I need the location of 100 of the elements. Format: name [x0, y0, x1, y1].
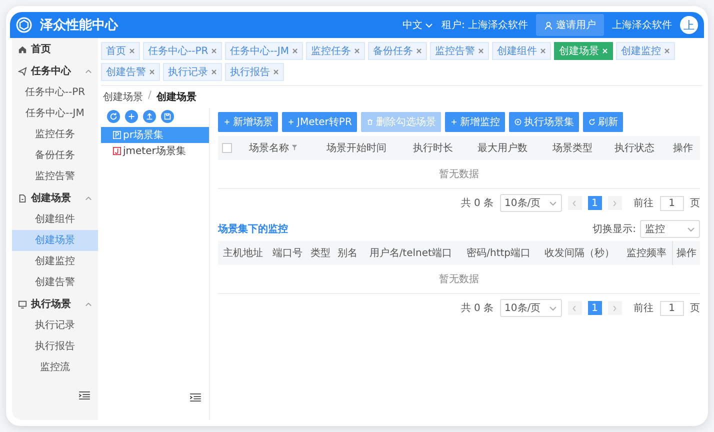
column-header: 最大用户数: [478, 143, 528, 154]
sidebar-group-item[interactable]: 任务中心: [12, 60, 98, 82]
toolbar-button[interactable]: 新增监控: [444, 112, 505, 132]
total-count: 共 0 条: [460, 196, 494, 210]
sidebar-group-item[interactable]: 首页: [12, 38, 98, 60]
chevron-right-icon: [612, 200, 618, 206]
goto-label: 前往: [634, 302, 654, 315]
user-icon: [544, 20, 553, 30]
page-tab[interactable]: 任务中心--PR: [143, 42, 222, 60]
page-tab[interactable]: 执行记录: [163, 63, 222, 81]
goto-page-input[interactable]: 1: [660, 196, 684, 210]
page-tab[interactable]: 执行报告: [225, 63, 284, 81]
page-tab[interactable]: 监控任务: [306, 42, 365, 60]
sidebar-item[interactable]: 监控流: [12, 357, 98, 378]
tree-node[interactable]: jmeter场景集: [101, 143, 209, 159]
sidebar-item[interactable]: 任务中心--PR: [12, 82, 98, 103]
column-header: 收发间隔（秒）: [544, 248, 614, 259]
page-number-button[interactable]: 1: [588, 301, 602, 315]
toolbar-button[interactable]: 刷新: [582, 112, 623, 132]
column-header: 端口号: [272, 248, 302, 259]
refresh-icon[interactable]: [107, 110, 120, 123]
plus-icon: [223, 118, 231, 126]
user-avatar[interactable]: 上: [680, 16, 698, 34]
column-header: 监控频率: [626, 248, 666, 259]
select-all-checkbox[interactable]: [222, 142, 232, 153]
column-header: 主机地址: [223, 248, 264, 259]
page-tab[interactable]: 备份任务: [368, 42, 427, 60]
empty-message: 暂无数据: [439, 169, 479, 180]
sidebar-item[interactable]: 创建监控: [12, 251, 98, 272]
breadcrumb-separator: /: [148, 90, 152, 103]
sidebar-item[interactable]: 监控任务: [12, 124, 98, 145]
document-icon: [18, 194, 27, 202]
page-tab[interactable]: 创建告警: [101, 63, 160, 81]
home-icon: [18, 44, 27, 54]
column-header: 别名: [338, 248, 358, 259]
page-size-select[interactable]: 10条/页: [500, 299, 562, 317]
chevron-right-icon: [612, 304, 618, 312]
close-icon[interactable]: [211, 69, 217, 75]
close-icon[interactable]: [478, 48, 484, 54]
toolbar-button[interactable]: JMeter转PR: [282, 112, 357, 132]
page-tab[interactable]: 创建组件: [492, 42, 551, 60]
tree-node[interactable]: pr场景集: [101, 127, 209, 143]
goto-page-input[interactable]: 1: [660, 300, 684, 316]
breadcrumb-item[interactable]: 创建场景: [103, 90, 143, 104]
close-icon[interactable]: [211, 48, 218, 54]
sidebar-item[interactable]: 监控告警: [12, 166, 98, 187]
sidebar-item[interactable]: 执行报告: [12, 336, 98, 357]
display-select[interactable]: 监控: [640, 220, 700, 238]
column-header: 场景开始时间: [326, 143, 387, 154]
close-icon[interactable]: [149, 69, 155, 75]
sidebar-item[interactable]: 创建告警: [12, 272, 98, 293]
close-icon[interactable]: [273, 69, 279, 75]
caret-icon: [425, 22, 434, 28]
page-tab[interactable]: 创建监控: [616, 42, 675, 60]
column-header: 操作: [672, 143, 693, 154]
close-icon[interactable]: [540, 48, 546, 54]
page-tab[interactable]: 创建场景: [554, 42, 613, 60]
sidebar-item[interactable]: 执行记录: [12, 315, 98, 336]
cube-logo-icon: [16, 17, 32, 33]
page-tab[interactable]: 首页: [101, 42, 140, 60]
close-icon[interactable]: [416, 48, 422, 54]
column-header: 执行时长: [413, 143, 454, 154]
caret-icon: [548, 200, 557, 206]
section-title: 场景集下的监控: [218, 222, 288, 236]
goto-label: 前往: [634, 196, 654, 210]
empty-message: 暂无数据: [439, 274, 479, 285]
column-header: 操作: [676, 248, 696, 259]
upload-icon[interactable]: [143, 110, 156, 123]
sidebar-item[interactable]: 创建组件: [12, 209, 98, 230]
page-unit-label: 页: [690, 197, 700, 210]
close-icon[interactable]: [664, 48, 670, 54]
tenant-label: 租户: 上海泽众软件: [441, 18, 528, 32]
page-size-select[interactable]: 10条/页: [500, 194, 562, 212]
toolbar-button[interactable]: 执行场景集: [508, 112, 579, 132]
language-dropdown[interactable]: 中文: [402, 18, 434, 32]
total-count: 共 0 条: [460, 302, 494, 315]
sidebar-group-item[interactable]: 执行场景: [12, 293, 98, 315]
add-icon[interactable]: [125, 110, 138, 123]
save-icon[interactable]: [161, 110, 174, 123]
page-tab[interactable]: 任务中心--JM: [225, 42, 303, 60]
page-tab[interactable]: 监控告警: [430, 42, 489, 60]
collapse-panel-icon[interactable]: [190, 393, 201, 402]
filter-icon[interactable]: [291, 144, 298, 151]
sidebar-item[interactable]: 创建场景: [12, 230, 98, 251]
file-j-icon: [113, 147, 121, 155]
sidebar-item[interactable]: 备份任务: [12, 145, 98, 166]
collapse-menu-icon[interactable]: [79, 391, 90, 400]
page-number-button[interactable]: 1: [588, 196, 602, 210]
close-icon[interactable]: [292, 48, 298, 54]
close-icon[interactable]: [129, 48, 135, 54]
plus-icon: [287, 118, 295, 126]
invite-user-button[interactable]: 邀请用户: [536, 14, 604, 36]
column-header: 执行状态: [614, 143, 655, 154]
close-icon[interactable]: [354, 48, 360, 54]
column-header: 类型: [310, 248, 330, 259]
sidebar-group-item[interactable]: 创建场景: [12, 187, 98, 209]
toolbar-button[interactable]: 新增场景: [218, 112, 278, 132]
column-header: 场景类型: [552, 143, 592, 154]
sidebar-item[interactable]: 任务中心--JM: [12, 103, 98, 124]
user-name: 上海泽众软件: [612, 18, 672, 32]
